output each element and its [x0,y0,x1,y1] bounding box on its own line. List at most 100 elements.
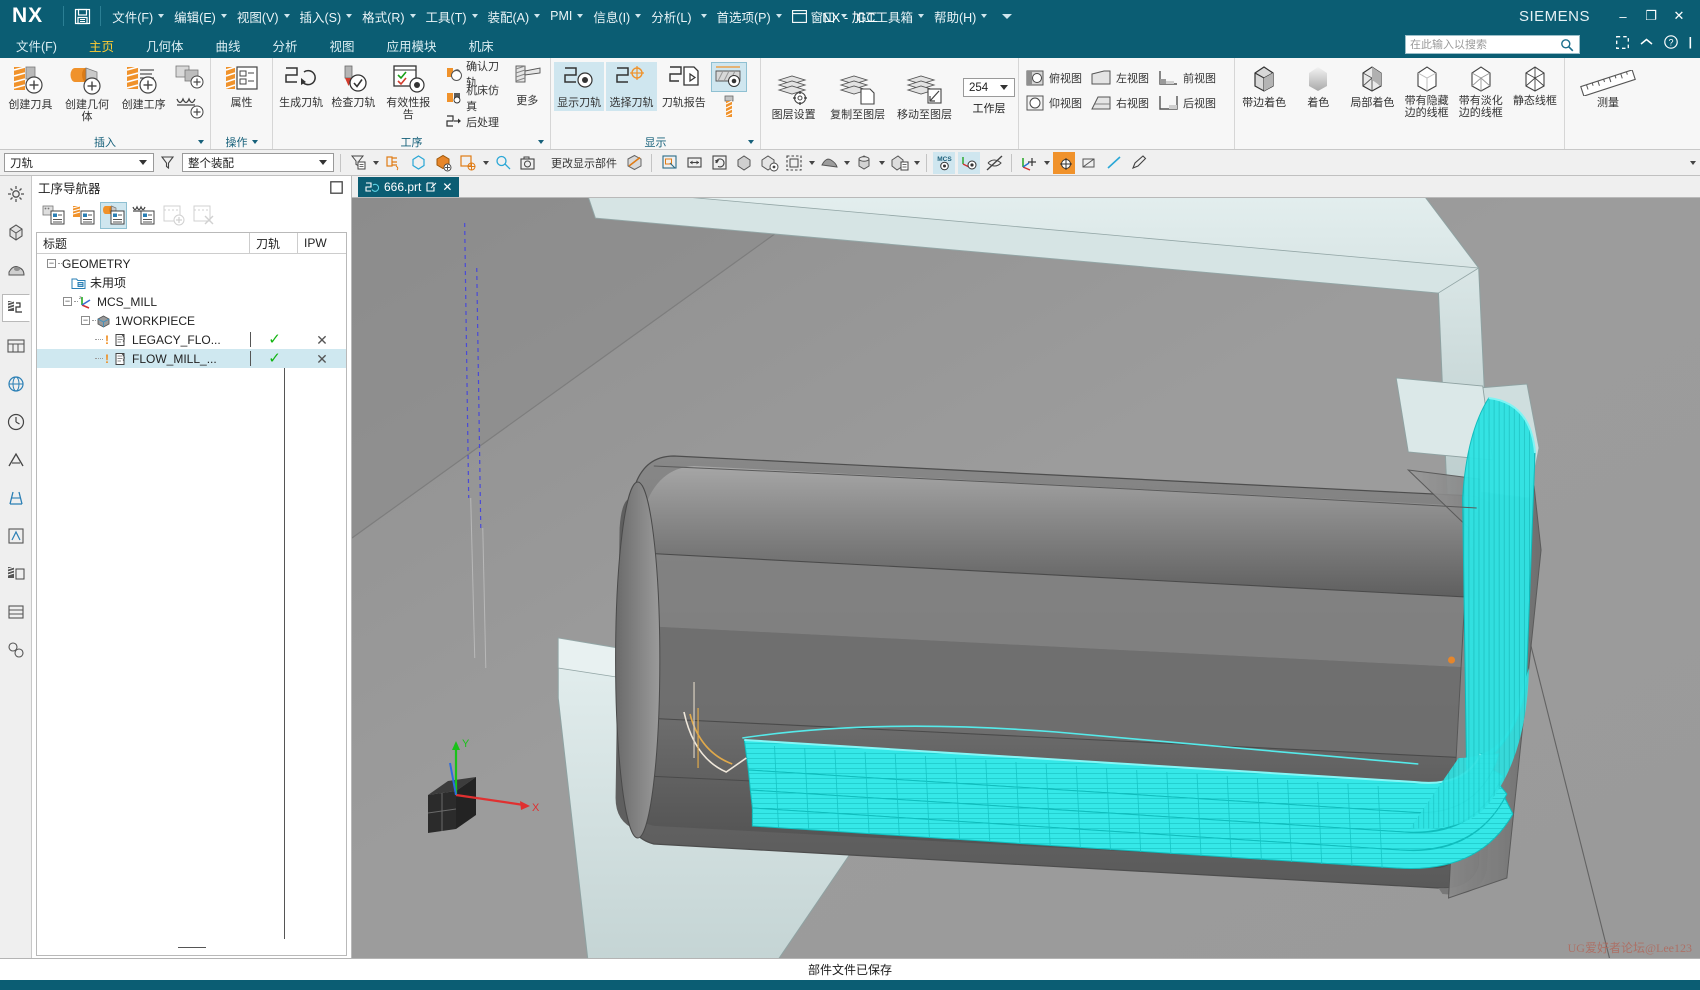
chevron-down-icon[interactable] [879,160,885,165]
fit-view-icon[interactable] [658,152,680,174]
column-header-toolpath[interactable]: 刀轨 [250,233,298,253]
chevron-up-icon[interactable] [1640,38,1653,47]
fullscreen-icon[interactable] [1615,35,1629,49]
tab-curve[interactable]: 曲线 [200,32,257,58]
tree-node-workpiece[interactable]: − 1WORKPIECE [37,314,250,328]
more-tools-button[interactable]: 更多 [507,62,547,110]
3d-viewport[interactable]: Y X UG爱好者论坛@Lee123 [352,198,1700,958]
render-style-icon[interactable] [758,152,780,174]
type-filter-combo[interactable]: 刀轨 [4,153,154,172]
program-order-view-button[interactable] [40,202,67,229]
point-select-icon[interactable] [457,152,479,174]
curve-select-icon[interactable] [407,152,429,174]
shaded-style-icon[interactable] [733,152,755,174]
right-view-button[interactable]: 右视图 [1087,91,1152,114]
menu-gc-toolbox[interactable]: GC工具箱 [852,0,929,32]
background-icon[interactable] [783,152,805,174]
tree-node-mcs-mill[interactable]: − Z MCS_MILL [37,295,250,309]
chevron-down-icon[interactable] [198,139,204,144]
circle-select-icon[interactable] [492,152,514,174]
tree-node-flow-mill[interactable]: ! FLOW_MILL_... [37,352,250,366]
tool-display-icon[interactable] [711,93,747,123]
top-view-button[interactable]: 俯视图 [1022,66,1085,89]
sidebar-item-manufacturing-wizard[interactable] [2,560,30,588]
table-row[interactable]: 未用项 [37,273,346,292]
menu-window[interactable]: 窗口 [787,0,852,32]
tree-node-unused-items[interactable]: 未用项 [37,274,250,291]
close-icon[interactable]: ✕ [442,180,452,194]
sidebar-item-process-studio[interactable] [2,522,30,550]
no-display-icon[interactable] [983,152,1005,174]
tab-file[interactable]: 文件(F) [0,32,73,58]
display-ipw-icon[interactable] [710,62,747,92]
tab-machine-tool[interactable]: 机床 [453,32,510,58]
minimize-button[interactable]: – [1616,9,1630,24]
wireframe-faded-edges-button[interactable]: 带有淡化边的线框 [1455,62,1507,121]
body-select-icon[interactable] [432,152,454,174]
sidebar-item-reuse-library[interactable] [2,370,30,398]
tree-node-legacy-flow-mill[interactable]: ! LEGACY_FLO... [37,333,250,347]
tree-node-geometry[interactable]: − GEOMETRY [37,257,250,271]
menu-information[interactable]: 信息(I) [588,0,646,32]
table-row[interactable]: − GEOMETRY [37,254,346,273]
delete-group-button[interactable] [190,202,217,229]
machine-simulation-button[interactable]: 机床仿真 [442,85,505,113]
work-layer-combo[interactable]: 254 [963,78,1015,97]
selbar-overflow[interactable] [1689,160,1696,165]
search-input[interactable] [1410,38,1560,51]
shaded-button[interactable]: 着色 [1292,62,1344,111]
style-icon[interactable] [853,152,875,174]
wcs-display-icon[interactable] [958,151,980,174]
move-to-layer-button[interactable]: 移动至图层 [892,72,957,123]
datum-icon[interactable] [1078,152,1100,174]
front-view-button[interactable]: 前视图 [1154,66,1219,89]
sidebar-item-assembly-navigator[interactable] [2,180,30,208]
verify-toolpath-button[interactable]: 检查刀轨 [328,62,378,111]
scope-filter-combo[interactable]: 整个装配 [182,153,334,172]
toolpath-report-button[interactable]: 刀轨报告 [659,62,709,111]
copy-to-layer-button[interactable]: 复制至图层 [825,72,890,123]
tree-empty-area[interactable] [37,368,346,939]
chevron-down-icon[interactable] [748,139,754,144]
layer-settings-button[interactable]: 图层设置 [764,72,823,123]
expander-icon[interactable]: − [47,259,56,268]
line-icon[interactable] [1103,152,1125,174]
static-wireframe-button[interactable]: 静态线框 [1509,62,1561,109]
part-tab-666[interactable]: 666.prt ✕ [358,177,460,197]
chevron-down-icon[interactable] [251,139,258,144]
more-icon[interactable]: | [1689,35,1692,49]
create-tool-button[interactable]: 创建刀具 [3,62,58,113]
menu-file[interactable]: 文件(F) [107,0,169,32]
search-box[interactable] [1405,35,1580,54]
column-header-ipw[interactable]: IPW [298,233,346,253]
chevron-down-icon[interactable] [914,160,920,165]
chevron-down-icon[interactable] [844,160,850,165]
chevron-down-icon[interactable] [483,160,489,165]
column-header-title[interactable]: 标题 [37,233,250,253]
menu-overflow[interactable] [992,0,1017,32]
sidebar-item-system-scene[interactable] [2,636,30,664]
close-button[interactable]: ✕ [1672,8,1686,24]
shaded-with-edges-button[interactable]: 带边着色 [1238,62,1290,111]
sidebar-item-operation-navigator[interactable] [1,294,30,322]
create-geometry-button[interactable]: 创建几何体 [60,62,115,125]
menu-view[interactable]: 视图(V) [232,0,295,32]
zoom-width-icon[interactable] [683,152,705,174]
tab-analysis[interactable]: 分析 [257,32,314,58]
tab-home[interactable]: 主页 [73,32,130,58]
bottom-view-button[interactable]: 仰视图 [1022,91,1085,114]
face-select-icon[interactable] [382,152,404,174]
expander-icon[interactable]: − [63,297,72,306]
back-view-button[interactable]: 后视图 [1154,91,1219,114]
expander-icon[interactable]: − [81,316,90,325]
menu-pmi[interactable]: PMI [545,0,588,32]
menu-analysis[interactable]: 分析(L) [646,0,711,32]
sidebar-item-hd3d[interactable] [2,408,30,436]
wireframe-hidden-edges-button[interactable]: 带有隐藏边的线框 [1401,62,1453,121]
wcs-origin-icon[interactable] [1053,151,1075,174]
create-operation-button[interactable]: 创建工序 [116,62,171,113]
edit-icon[interactable] [1128,152,1150,174]
create-program-icon[interactable] [173,62,207,92]
menu-insert[interactable]: 插入(S) [295,0,358,32]
measure-button[interactable]: 测量 [1568,68,1648,111]
